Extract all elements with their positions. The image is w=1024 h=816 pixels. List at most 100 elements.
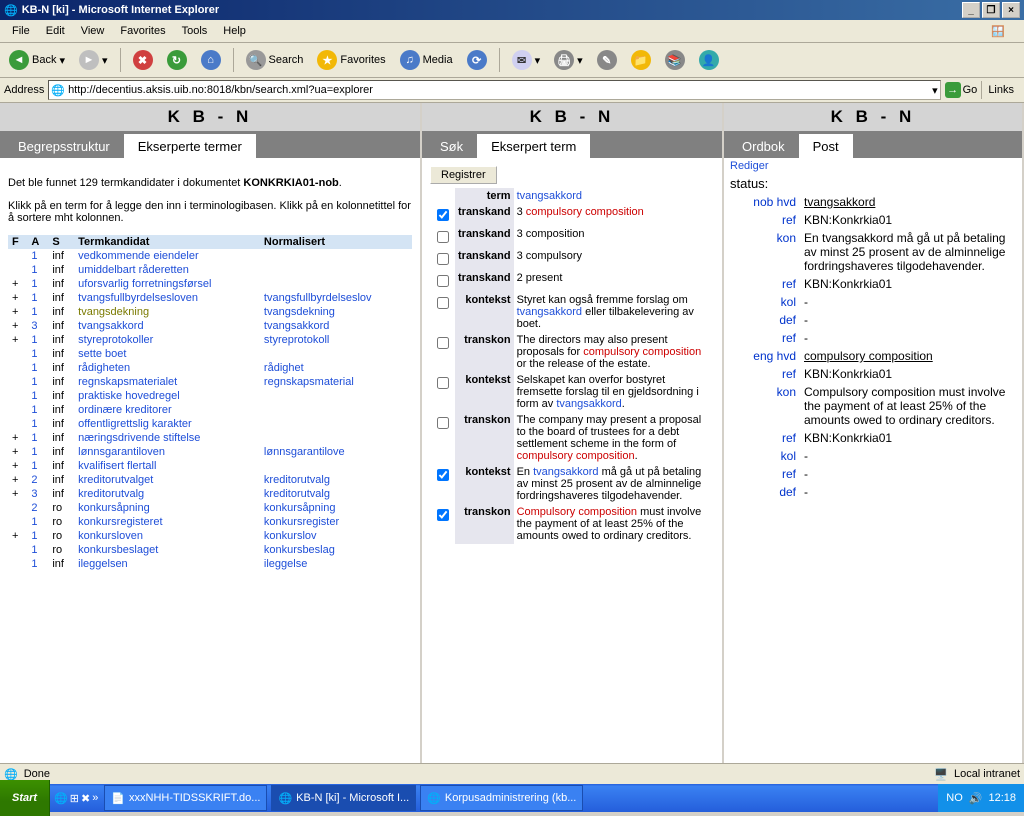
task-ie[interactable]: 🌐KB-N [ki] - Microsoft I... [271, 785, 416, 811]
freq-link[interactable]: 1 [31, 306, 37, 318]
freq-link[interactable]: 1 [31, 516, 37, 528]
freq-link[interactable]: 2 [31, 502, 37, 514]
menu-view[interactable]: View [73, 25, 113, 37]
go-button[interactable]: →Go [945, 82, 978, 98]
norm-link[interactable]: rådighet [264, 362, 304, 374]
freq-link[interactable]: 1 [31, 264, 37, 276]
back-button[interactable]: ◄Back▾ [4, 47, 70, 73]
col-f[interactable]: F [8, 235, 27, 249]
chevron-down-icon[interactable]: ▾ [932, 84, 938, 97]
norm-link[interactable]: kreditorutvalg [264, 488, 330, 500]
term-link[interactable]: umiddelbart råderetten [78, 264, 189, 276]
norm-link[interactable]: konkursregister [264, 516, 339, 528]
freq-link[interactable]: 1 [31, 348, 37, 360]
row-checkbox[interactable] [437, 469, 449, 481]
search-button[interactable]: 🔍Search [241, 47, 309, 73]
menu-tools[interactable]: Tools [174, 25, 216, 37]
row-checkbox[interactable] [437, 337, 449, 349]
row-checkbox[interactable] [437, 253, 449, 265]
term-link[interactable]: offentligrettslig karakter [78, 418, 192, 430]
freq-link[interactable]: 1 [31, 544, 37, 556]
discuss-button[interactable]: 📁 [626, 47, 656, 73]
term-link[interactable]: kreditorutvalg [78, 488, 144, 500]
freq-link[interactable]: 1 [31, 362, 37, 374]
ql-ie-icon[interactable]: 🌐 [54, 792, 68, 805]
freq-link[interactable]: 1 [31, 404, 37, 416]
home-button[interactable]: ⌂ [196, 47, 226, 73]
tab-ekserpert-term[interactable]: Ekserpert term [477, 134, 590, 158]
ql-x-icon[interactable]: ✖ [81, 792, 90, 805]
freq-link[interactable]: 1 [31, 278, 37, 290]
norm-link[interactable]: regnskapsmaterial [264, 376, 354, 388]
norm-link[interactable]: tvangsfullbyrdelseslov [264, 292, 372, 304]
norm-link[interactable]: tvangsdekning [264, 306, 335, 318]
col-term[interactable]: Termkandidat [74, 235, 260, 249]
term-link[interactable]: vedkommende eiendeler [78, 250, 198, 262]
freq-link[interactable]: 1 [31, 446, 37, 458]
term-link[interactable]: kvalifisert flertall [78, 460, 156, 472]
norm-link[interactable]: konkurslov [264, 530, 317, 542]
history-button[interactable]: ⟳ [462, 47, 492, 73]
term-link[interactable]: rådigheten [78, 362, 130, 374]
tab-ordbok[interactable]: Ordbok [728, 134, 799, 158]
term-link[interactable]: tvangsfullbyrdelsesloven [78, 292, 198, 304]
print-button[interactable]: 🖨▾ [549, 47, 588, 73]
col-s[interactable]: S [48, 235, 74, 249]
menu-help[interactable]: Help [215, 25, 254, 37]
row-checkbox[interactable] [437, 209, 449, 221]
freq-link[interactable]: 1 [31, 292, 37, 304]
freq-link[interactable]: 1 [31, 390, 37, 402]
term-link[interactable]: regnskapsmaterialet [78, 376, 177, 388]
freq-link[interactable]: 1 [31, 250, 37, 262]
term-link[interactable]: sette boet [78, 348, 126, 360]
tab-sok[interactable]: Søk [426, 134, 477, 158]
freq-link[interactable]: 1 [31, 530, 37, 542]
rediger-link[interactable]: Rediger [730, 160, 769, 172]
favorites-button[interactable]: ★Favorites [312, 47, 390, 73]
media-button[interactable]: ♫Media [395, 47, 458, 73]
term-link[interactable]: konkursregisteret [78, 516, 162, 528]
tab-post[interactable]: Post [799, 134, 853, 158]
norm-link[interactable]: tvangsakkord [264, 320, 329, 332]
restore-button[interactable]: ❐ [982, 2, 1000, 18]
term-link[interactable]: uforsvarlig forretningsførsel [78, 278, 211, 290]
menu-edit[interactable]: Edit [38, 25, 73, 37]
term-link[interactable]: ordinære kreditorer [78, 404, 172, 416]
freq-link[interactable]: 3 [31, 488, 37, 500]
close-button[interactable]: × [1002, 2, 1020, 18]
freq-link[interactable]: 1 [31, 558, 37, 570]
term-link[interactable]: lønnsgarantiloven [78, 446, 165, 458]
term-link[interactable]: ileggelsen [78, 558, 128, 570]
menu-file[interactable]: File [4, 25, 38, 37]
messenger-button[interactable]: 👤 [694, 47, 724, 73]
term-link[interactable]: kreditorutvalget [78, 474, 153, 486]
norm-link[interactable]: kreditorutvalg [264, 474, 330, 486]
refresh-button[interactable]: ↻ [162, 47, 192, 73]
row-checkbox[interactable] [437, 377, 449, 389]
term-link[interactable]: styreprotokoller [78, 334, 153, 346]
links-button[interactable]: Links [981, 81, 1020, 99]
term-link[interactable]: konkursåpning [78, 502, 150, 514]
freq-link[interactable]: 1 [31, 460, 37, 472]
term-link[interactable]: næringsdrivende stiftelse [78, 432, 200, 444]
registrer-button[interactable]: Registrer [430, 166, 497, 184]
research-button[interactable]: 📚 [660, 47, 690, 73]
norm-link[interactable]: konkursbeslag [264, 544, 335, 556]
freq-link[interactable]: 1 [31, 334, 37, 346]
system-tray[interactable]: NO🔊 12:18 [938, 784, 1024, 812]
norm-link[interactable]: konkursåpning [264, 502, 336, 514]
norm-link[interactable]: lønnsgarantilove [264, 446, 345, 458]
minimize-button[interactable]: _ [962, 2, 980, 18]
row-checkbox[interactable] [437, 509, 449, 521]
tab-begrepsstruktur[interactable]: Begrepsstruktur [4, 134, 124, 158]
col-a[interactable]: A [27, 235, 48, 249]
freq-link[interactable]: 1 [31, 376, 37, 388]
term-link[interactable]: praktiske hovedregel [78, 390, 180, 402]
term-link[interactable]: konkursloven [78, 530, 143, 542]
row-checkbox[interactable] [437, 297, 449, 309]
task-korpus[interactable]: 🌐Korpusadministrering (kb... [420, 785, 583, 811]
mail-button[interactable]: ✉▾ [507, 47, 546, 73]
row-checkbox[interactable] [437, 275, 449, 287]
task-word[interactable]: 📄xxxNHH-TIDSSKRIFT.do... [104, 785, 267, 811]
row-checkbox[interactable] [437, 417, 449, 429]
